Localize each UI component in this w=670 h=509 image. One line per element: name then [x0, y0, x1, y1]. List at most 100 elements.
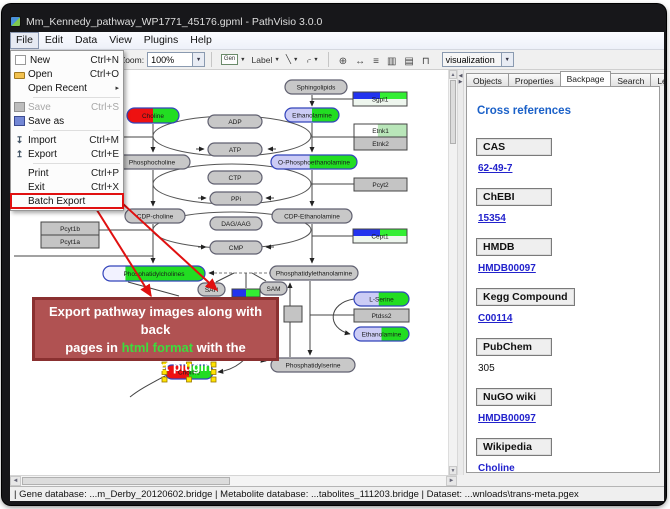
menubar-item-data[interactable]: Data [69, 32, 103, 49]
pathway-node-pcyt1a[interactable]: Pcyt1a [41, 235, 99, 248]
pathway-node-etnk1[interactable]: Etnk1 [354, 124, 407, 137]
file-menu: NewCtrl+NOpenCtrl+OOpen Recent▸ SaveCtrl+… [10, 50, 124, 211]
xref-section-chebi: ChEBI15354 [476, 187, 653, 224]
pathway-node-phosphatidylethanolamine[interactable]: Phosphatidylethanolamine [270, 266, 358, 280]
pathway-node-cept1[interactable]: Cept1 [353, 229, 407, 243]
gene-tool-button[interactable]: Gen ▼ [218, 51, 248, 68]
common-height-icon[interactable]: ⊓ [422, 56, 430, 67]
tab-backpage[interactable]: Backpage [560, 71, 612, 86]
pathway-node-cdp-choline[interactable]: CDP-choline [125, 209, 185, 223]
zoom-combobox[interactable]: 100% ▼ [147, 52, 205, 67]
menubar-item-help[interactable]: Help [184, 32, 218, 49]
menu-item-open[interactable]: OpenCtrl+O [11, 67, 123, 81]
pathway-node-label: Etnk1 [372, 128, 389, 135]
pathway-node-sphingolipids[interactable]: Sphingolipids [285, 80, 347, 94]
pathway-node-ethanolamine-top[interactable]: Ethanolamine [285, 108, 339, 122]
pathway-node-phosphatidylcholines[interactable]: Phosphatidylcholines [103, 266, 205, 281]
scrollbar-thumb[interactable] [22, 477, 230, 485]
line-tool-button[interactable]: ╲ ▼ [283, 51, 302, 68]
chevron-down-icon[interactable]: ▼ [240, 57, 245, 63]
stack-horizontal-icon[interactable]: ▥ [387, 56, 396, 67]
menu-icon-spacer [14, 182, 25, 192]
scrollbar-thumb[interactable] [450, 80, 456, 144]
menu-item-batch-export[interactable]: Batch Export [11, 194, 123, 208]
pathway-node-pemt[interactable] [232, 289, 260, 297]
selection-handle[interactable] [187, 377, 192, 382]
app-icon [10, 16, 21, 27]
connector-tool-button[interactable]: ⌌ ▼ [301, 51, 321, 68]
menu-separator [33, 97, 120, 98]
menu-item-label: Exit [28, 182, 45, 193]
pathway-node-pcyt1b[interactable]: Pcyt1b [41, 222, 99, 235]
pathway-node-ppi[interactable]: PPi [210, 192, 262, 205]
scroll-up-icon[interactable]: ▲ [449, 70, 457, 79]
pathway-node-phosphatidylserine[interactable]: Phosphatidylserine [271, 358, 355, 372]
pathway-node-cdp-ethanolamine[interactable]: CDP-Ethanolamine [272, 209, 352, 223]
pathway-node-cmp[interactable]: CMP [210, 241, 262, 254]
chevron-down-icon[interactable]: ▼ [313, 57, 318, 63]
xref-section-pubchem: PubChem305 [476, 337, 653, 374]
alignment-tools: ⊕ ↔ ≡ ▥ ▤ ⊓ [335, 51, 434, 69]
pathway-node-etnk2[interactable]: Etnk2 [354, 137, 407, 150]
side-panel-tabs: ObjectsPropertiesBackpageSearchLegend [466, 71, 664, 86]
title-bar: Mm_Kennedy_pathway_WP1771_45176.gpml - P… [10, 12, 660, 31]
xref-link[interactable]: HMDB00097 [478, 263, 536, 274]
visualization-dropdown-icon[interactable]: ▼ [501, 53, 513, 66]
xref-link[interactable]: C00114 [478, 313, 512, 324]
pathway-node-pisd[interactable] [284, 306, 302, 322]
xref-link[interactable]: HMDB00097 [478, 413, 536, 424]
xref-section-kegg-compound: Kegg CompoundC00114 [476, 287, 653, 324]
menu-item-save[interactable]: SaveCtrl+S [11, 100, 123, 114]
pathway-node-dag[interactable]: DAG/AAG [210, 217, 262, 230]
menu-shortcut: Ctrl+M [89, 135, 119, 146]
menu-item-import[interactable]: ↧ImportCtrl+M [11, 133, 123, 147]
chevron-down-icon[interactable]: ▼ [274, 57, 279, 63]
canvas-horizontal-scrollbar[interactable]: ◄ ► [10, 475, 457, 486]
common-width-icon[interactable]: ▤ [404, 56, 413, 67]
tab-properties[interactable]: Properties [508, 73, 561, 86]
pathway-node-adp[interactable]: ADP [208, 115, 262, 128]
tab-objects[interactable]: Objects [466, 73, 509, 86]
pathway-node-sgpl1[interactable]: Sgpl1 [353, 92, 407, 106]
canvas-vertical-scrollbar[interactable]: ▲ ▼ [448, 70, 457, 475]
tab-legend[interactable]: Legend [650, 73, 664, 86]
tab-search[interactable]: Search [610, 73, 651, 86]
chevron-down-icon[interactable]: ▼ [293, 57, 298, 63]
pathway-node-ctp[interactable]: CTP [208, 171, 262, 184]
scroll-down-icon[interactable]: ▼ [449, 466, 457, 475]
menubar-item-file[interactable]: File [10, 32, 39, 49]
pathway-node-atp[interactable]: ATP [208, 143, 262, 156]
menu-item-print[interactable]: PrintCtrl+P [11, 166, 123, 180]
label-tool-button[interactable]: Label ▼ [249, 51, 283, 68]
pathway-node-phosphocholine[interactable]: Phosphocholine [114, 155, 190, 169]
panel-splitter[interactable]: ◀▶ [457, 70, 464, 475]
pathway-node-ptdss2[interactable]: Ptdss2 [354, 309, 409, 322]
zoom-dropdown-icon[interactable]: ▼ [192, 53, 204, 66]
menu-item-open-recent[interactable]: Open Recent▸ [11, 81, 123, 95]
pathway-node-l-serine[interactable]: L-Serine [354, 292, 409, 306]
scroll-right-icon[interactable]: ► [446, 476, 457, 486]
pathway-node-o-phosphoethanolamine[interactable]: O-Phosphoethanolamine [271, 155, 357, 169]
menubar-item-view[interactable]: View [103, 32, 138, 49]
stack-vertical-icon[interactable]: ≡ [373, 56, 379, 67]
align-vertical-icon[interactable]: ↔ [355, 56, 365, 67]
xref-database-name: HMDB [476, 238, 552, 256]
xref-link[interactable]: 15354 [478, 213, 506, 224]
xref-link[interactable]: 62-49-7 [478, 163, 512, 174]
visualization-combobox[interactable]: visualization ▼ [442, 52, 514, 67]
menubar-item-edit[interactable]: Edit [39, 32, 69, 49]
menu-item-exit[interactable]: ExitCtrl+X [11, 180, 123, 194]
selection-handle[interactable] [211, 377, 216, 382]
selection-handle[interactable] [162, 377, 167, 382]
menu-item-export[interactable]: ↥ExportCtrl+E [11, 147, 123, 161]
scroll-left-icon[interactable]: ◄ [10, 476, 21, 486]
pathway-node-choline-top[interactable]: Choline [127, 108, 179, 123]
pathway-node-sam[interactable]: SAM [260, 282, 287, 295]
menu-item-new[interactable]: NewCtrl+N [11, 53, 123, 67]
pathway-node-pcyt2[interactable]: Pcyt2 [354, 178, 407, 191]
align-center-icon[interactable]: ⊕ [339, 56, 347, 67]
menubar-item-plugins[interactable]: Plugins [138, 32, 184, 49]
menu-item-save-as[interactable]: Save as [11, 114, 123, 128]
pathway-node-ethanolamine-bottom[interactable]: Ethanolamine [354, 327, 409, 341]
xref-link[interactable]: Choline [478, 463, 515, 473]
